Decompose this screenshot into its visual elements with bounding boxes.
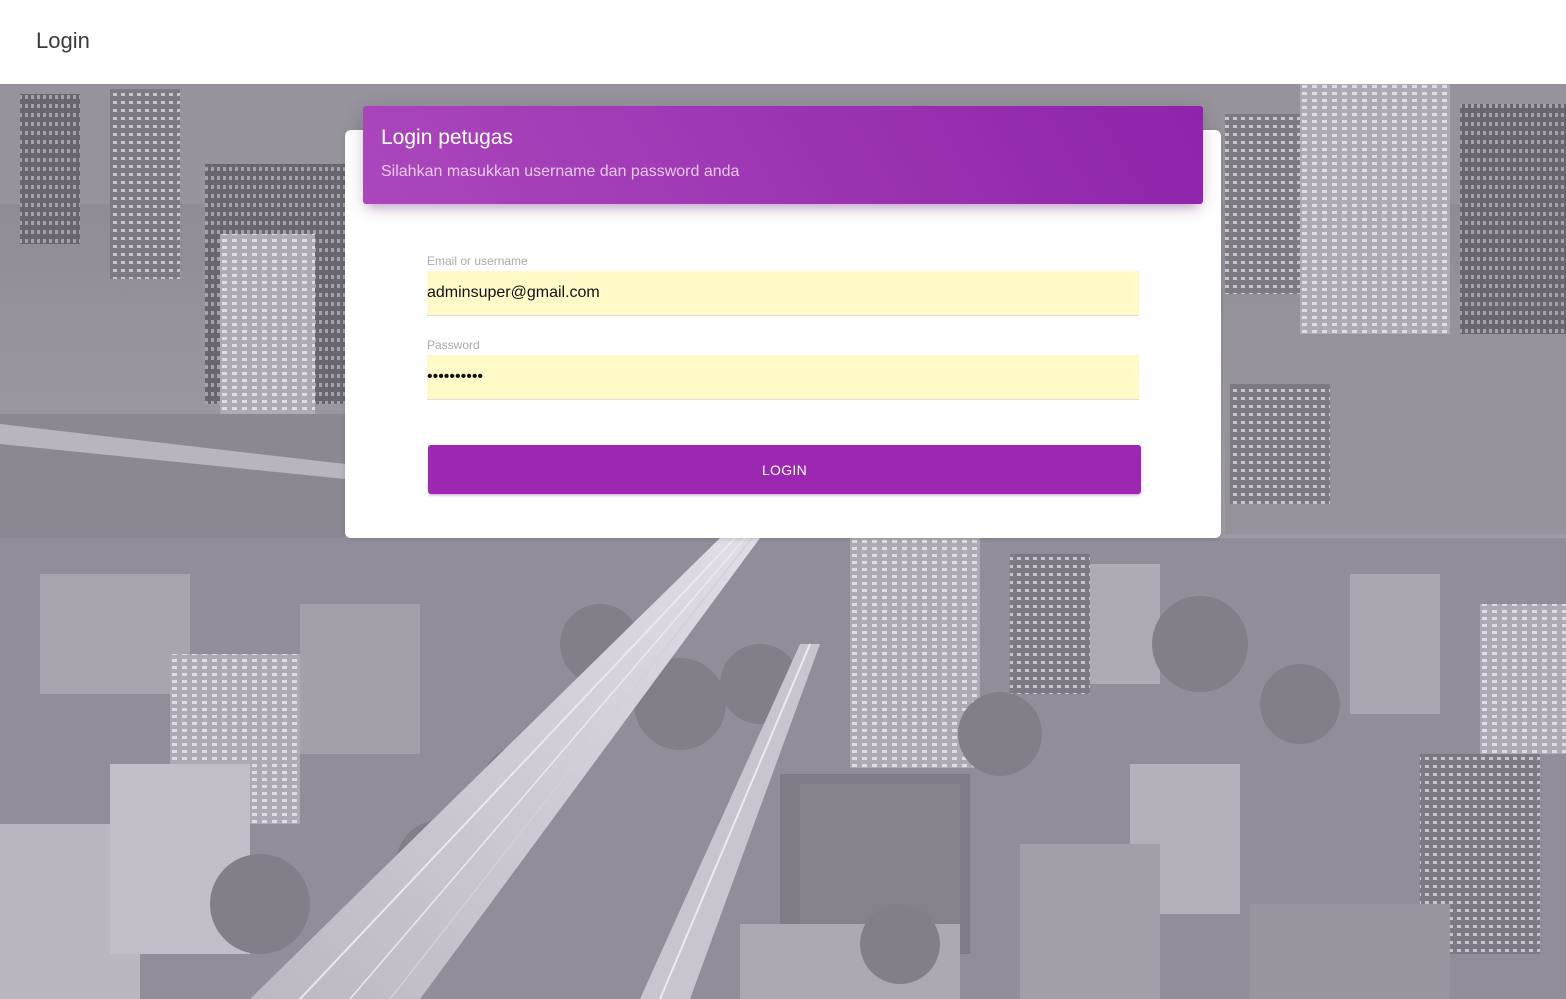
card-header: Login petugas Silahkan masukkan username… (363, 106, 1203, 204)
email-underline (427, 315, 1139, 316)
top-navbar: Login (0, 0, 1566, 84)
password-field[interactable] (427, 355, 1139, 399)
email-field[interactable] (427, 271, 1139, 315)
card-title: Login petugas (381, 126, 513, 149)
card-subtitle: Silahkan masukkan username dan password … (381, 163, 740, 180)
password-label: Password (427, 338, 480, 352)
email-label: Email or username (427, 254, 528, 268)
login-button[interactable]: LOGIN (428, 445, 1141, 494)
navbar-title[interactable]: Login (36, 28, 90, 54)
password-underline (427, 399, 1139, 400)
